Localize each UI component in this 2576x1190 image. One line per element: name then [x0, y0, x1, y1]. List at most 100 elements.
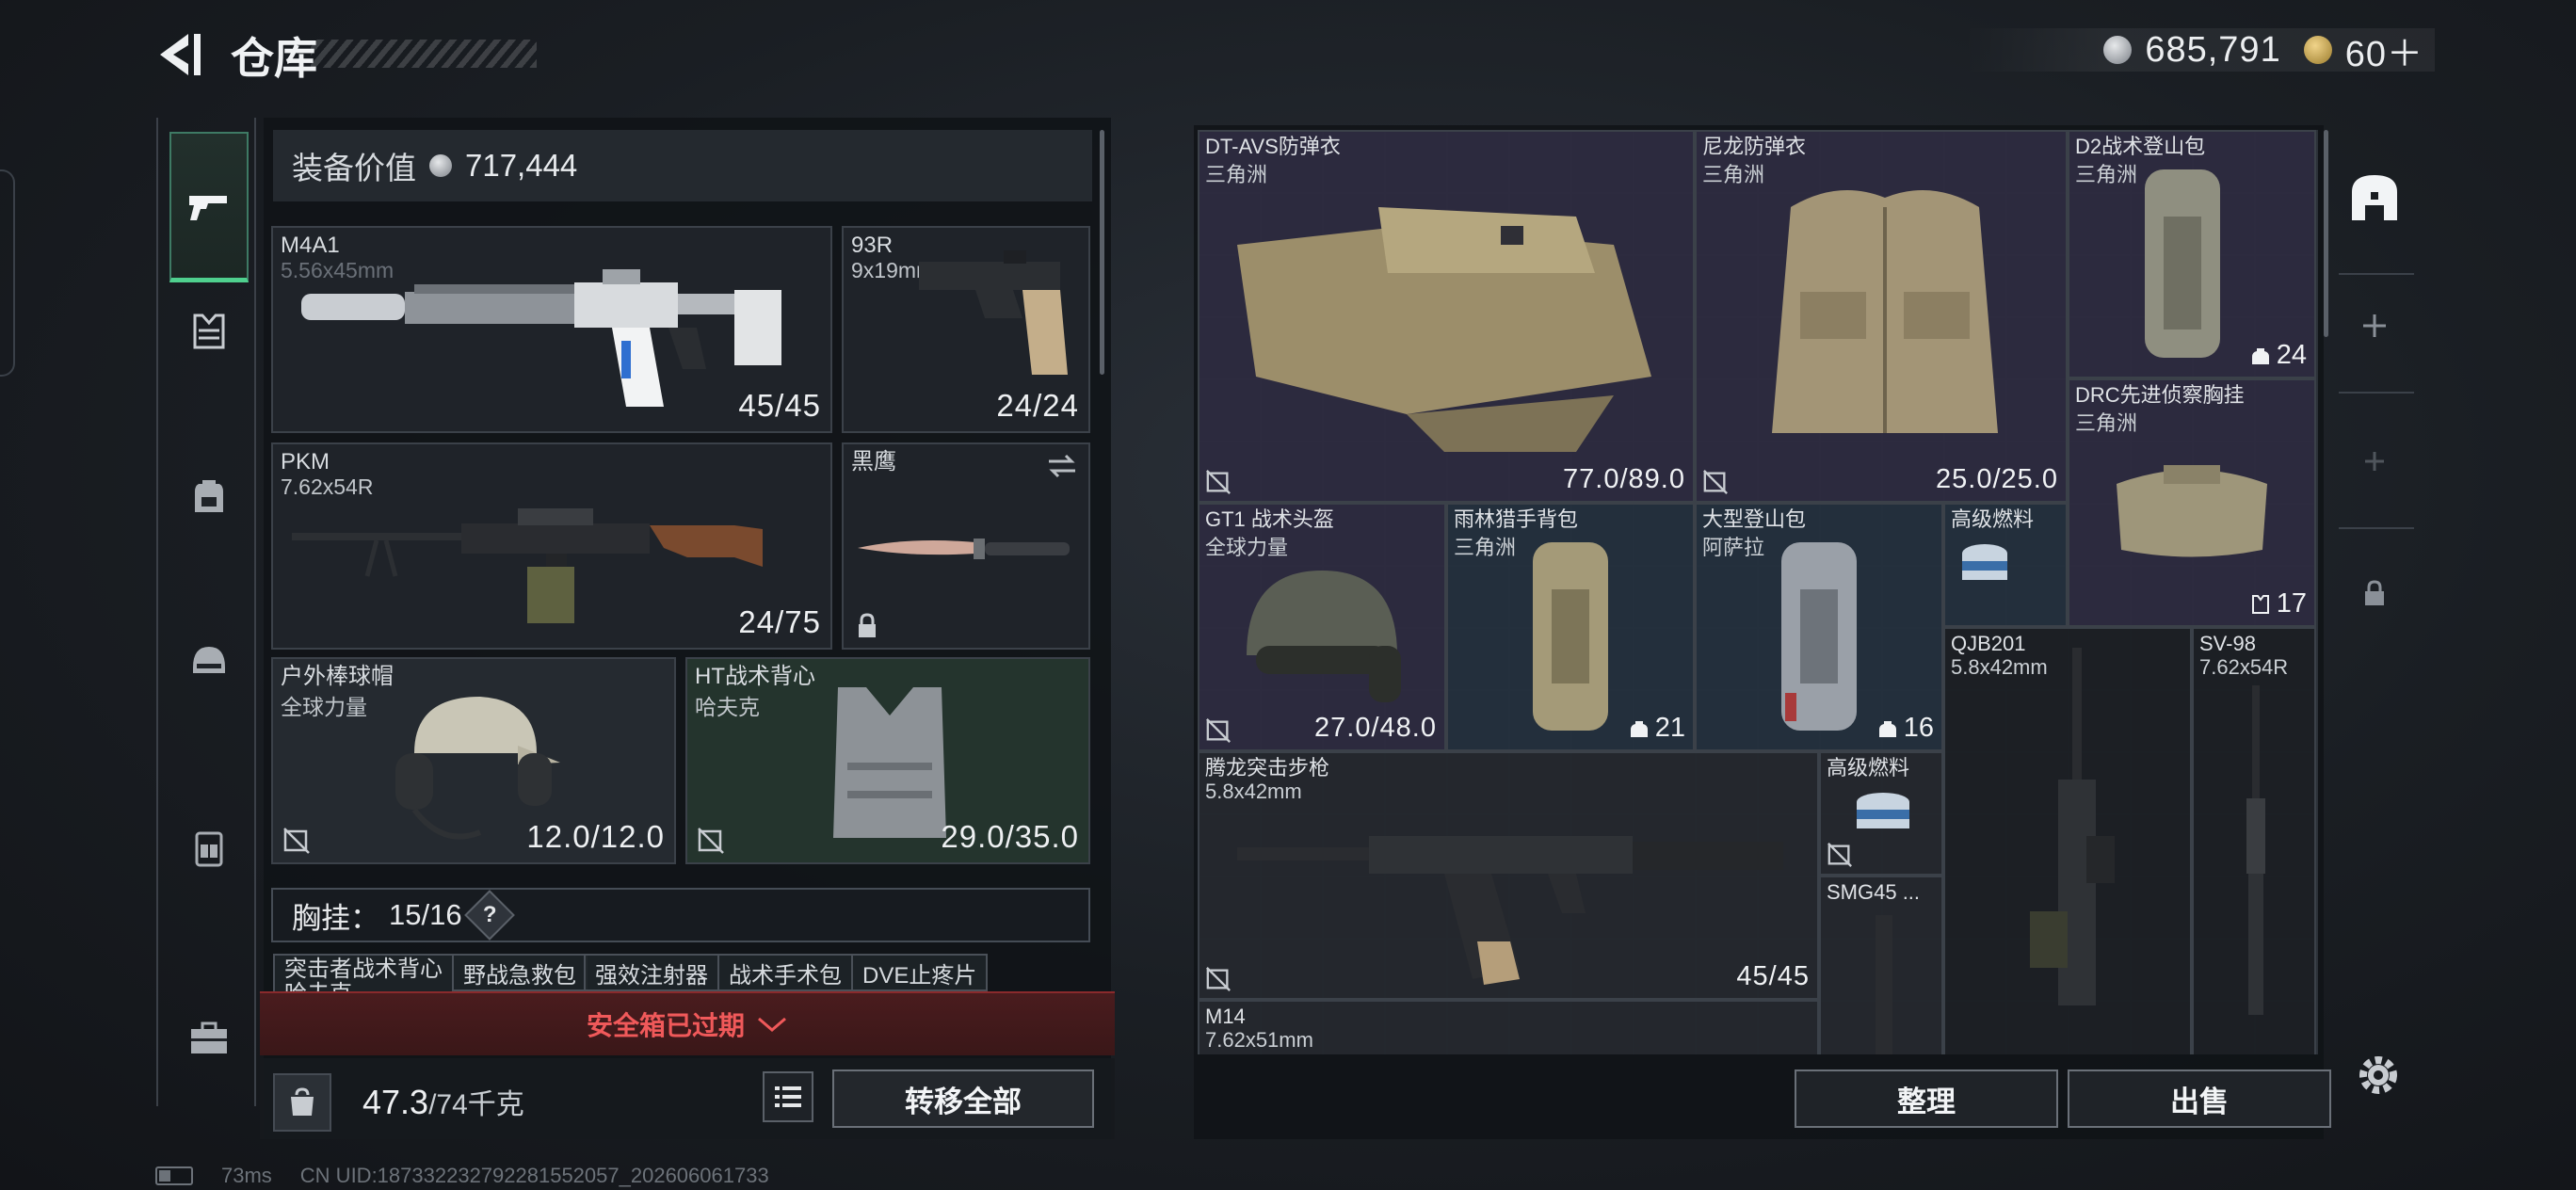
chest-rig-icon: [195, 831, 223, 867]
chest-item-chip[interactable]: 野战急救包: [452, 954, 588, 991]
warehouse-tab[interactable]: [2343, 160, 2407, 235]
storage-item[interactable]: SMG45 ...: [1819, 876, 1943, 1054]
item-name: QJB201: [1951, 632, 2026, 655]
lock-icon: [859, 613, 876, 637]
gt1-helmet-image: [1247, 571, 1401, 702]
item-map: 阿萨拉: [1702, 536, 1765, 559]
slot-melee[interactable]: 黑鹰: [842, 442, 1090, 650]
chest-item-chip[interactable]: DVE止疼片: [851, 954, 989, 991]
carry-weight: 47.3/74千克: [362, 1081, 524, 1122]
item-name: 腾龙突击步枪: [1205, 756, 1330, 780]
storage-item[interactable]: 雨林猎手背包 三角洲 21: [1446, 503, 1695, 751]
slot-secondary-weapon[interactable]: PKM 7.62x54R 24/75: [271, 442, 832, 650]
chest-item-chip[interactable]: 强效注射器: [584, 954, 719, 991]
helmet-map: 全球力量: [281, 695, 367, 719]
storage-scrollbar[interactable]: [2324, 130, 2328, 337]
sidebar-item-weapons[interactable]: [169, 132, 249, 282]
settings-button[interactable]: [2352, 1049, 2405, 1102]
silver-coin-icon: [2103, 36, 2133, 64]
battery-icon: [155, 1166, 193, 1185]
warehouse-icon: [2352, 175, 2397, 220]
item-capacity: 16: [1877, 713, 1934, 744]
gold-coin-icon: [2303, 36, 2332, 64]
storage-item[interactable]: DRC先进侦察胸挂 三角洲 17: [2068, 378, 2316, 627]
sidebar-item-backpack[interactable]: [169, 457, 249, 536]
rainforest-backpack-image: [1533, 542, 1608, 731]
item-map: 三角洲: [1454, 536, 1517, 559]
item-map: 三角洲: [1205, 163, 1268, 186]
status-footer: 73ms CN UID:187332232792281552057_202606…: [155, 1164, 769, 1188]
list-icon: [775, 1086, 801, 1107]
storage-item[interactable]: D2战术登山包 三角洲 24: [2068, 130, 2316, 378]
sort-button[interactable]: 整理: [1795, 1069, 2058, 1128]
add-storage-button[interactable]: [2343, 433, 2407, 490]
transfer-all-button[interactable]: 转移全部: [832, 1069, 1094, 1128]
nylon-vest-image: [1772, 190, 1998, 433]
chevron-down-icon: [758, 1017, 786, 1032]
sidebar-item-helmet[interactable]: [169, 621, 249, 700]
qjb201-lmg-image: [2030, 648, 2115, 1005]
item-map: 三角洲: [1702, 163, 1765, 186]
storage-item[interactable]: GT1 战术头盔 全球力量 27.0/48.0: [1198, 503, 1446, 751]
equipment-value-bar: 装备价值 717,444: [273, 130, 1092, 201]
weapon-ammo: 24/75: [738, 604, 821, 639]
storage-item[interactable]: QJB201 5.8x42mm: [1943, 627, 2192, 1054]
side-drawer-handle[interactable]: [0, 169, 15, 377]
chest-item-chip[interactable]: 战术手术包: [717, 954, 853, 991]
helmet-icon: [193, 647, 225, 673]
m4a1-rifle-image: [301, 269, 781, 407]
item-name: 尼龙防弹衣: [1702, 135, 1807, 158]
no-insure-icon: [1827, 843, 1852, 867]
help-icon[interactable]: ?: [463, 890, 515, 941]
storage-item[interactable]: 尼龙防弹衣 三角洲 25.0/25.0: [1695, 130, 2068, 503]
item-capacity: 17: [2250, 588, 2307, 619]
list-view-button[interactable]: [763, 1071, 813, 1122]
storage-item[interactable]: 高级燃料: [1943, 503, 2068, 627]
swap-arrows-icon[interactable]: [1045, 452, 1079, 480]
weapon-ammo: 24/24: [996, 388, 1079, 423]
93r-pistol-image: [919, 250, 1068, 375]
slot-helmet[interactable]: 户外棒球帽 全球力量 12.0/12.0: [271, 657, 676, 864]
secure-case-expired-bar[interactable]: 安全箱已过期: [260, 991, 1115, 1055]
backpack-capacity-icon: [1878, 720, 1896, 737]
back-button[interactable]: [151, 26, 207, 83]
locked-storage-tab[interactable]: [2343, 565, 2407, 621]
no-insure-icon: [1206, 967, 1231, 991]
ping-text: 73ms: [221, 1164, 272, 1187]
backpack-icon: [195, 480, 223, 512]
storage-item[interactable]: DT-AVS防弹衣 三角洲 77.0/89.0: [1198, 130, 1695, 503]
storage-item[interactable]: SV-98 7.62x54R: [2192, 627, 2316, 1054]
sv98-rifle-image: [2246, 685, 2265, 1015]
sidebar-item-toolbox[interactable]: [169, 998, 249, 1077]
loadout-scrollbar[interactable]: [1100, 130, 1104, 375]
slot-vest[interactable]: HT战术背心 哈夫克 29.0/35.0: [685, 657, 1090, 864]
melee-name: 黑鹰: [851, 449, 896, 474]
sidebar-item-armor[interactable]: [169, 292, 249, 371]
storage-item[interactable]: 高级燃料: [1819, 751, 1943, 876]
item-map: 三角洲: [2075, 163, 2138, 186]
drc-chest-rig-image: [2117, 465, 2267, 557]
item-name: 大型登山包: [1702, 507, 1807, 531]
item-ammo: 45/45: [1736, 961, 1810, 991]
title-decoration: [311, 40, 537, 68]
knife-image: [858, 539, 1070, 559]
storage-item[interactable]: 腾龙突击步枪 5.8x42mm 45/45: [1198, 751, 1819, 1000]
item-map: 三角洲: [2075, 411, 2138, 435]
no-insure-icon: [283, 828, 310, 854]
back-arrow-icon: [160, 34, 201, 75]
lock-icon: [2365, 580, 2384, 605]
sidebar-item-chest-rig[interactable]: [169, 810, 249, 889]
equipment-value-label: 装备价值: [292, 151, 416, 185]
item-name: GT1 战术头盔: [1205, 507, 1334, 531]
storage-item[interactable]: 大型登山包 阿萨拉 16: [1695, 503, 1943, 751]
add-storage-button[interactable]: [2343, 298, 2407, 354]
sell-button[interactable]: 出售: [2068, 1069, 2331, 1128]
item-map: 7.62x54R: [2199, 655, 2289, 679]
chest-rig-bar[interactable]: 胸挂： 15/16 ?: [271, 888, 1090, 942]
storage-item[interactable]: M14 7.62x51mm: [1198, 1000, 1819, 1054]
item-map: 7.62x51mm: [1205, 1028, 1313, 1052]
gold-currency[interactable]: 60＋: [2345, 24, 2423, 76]
chest-rig-count: 15/16: [389, 898, 462, 931]
slot-primary-weapon[interactable]: M4A1 5.56x45mm 45/45: [271, 226, 832, 433]
slot-pistol[interactable]: 93R 9x19mm 24/24: [842, 226, 1090, 433]
